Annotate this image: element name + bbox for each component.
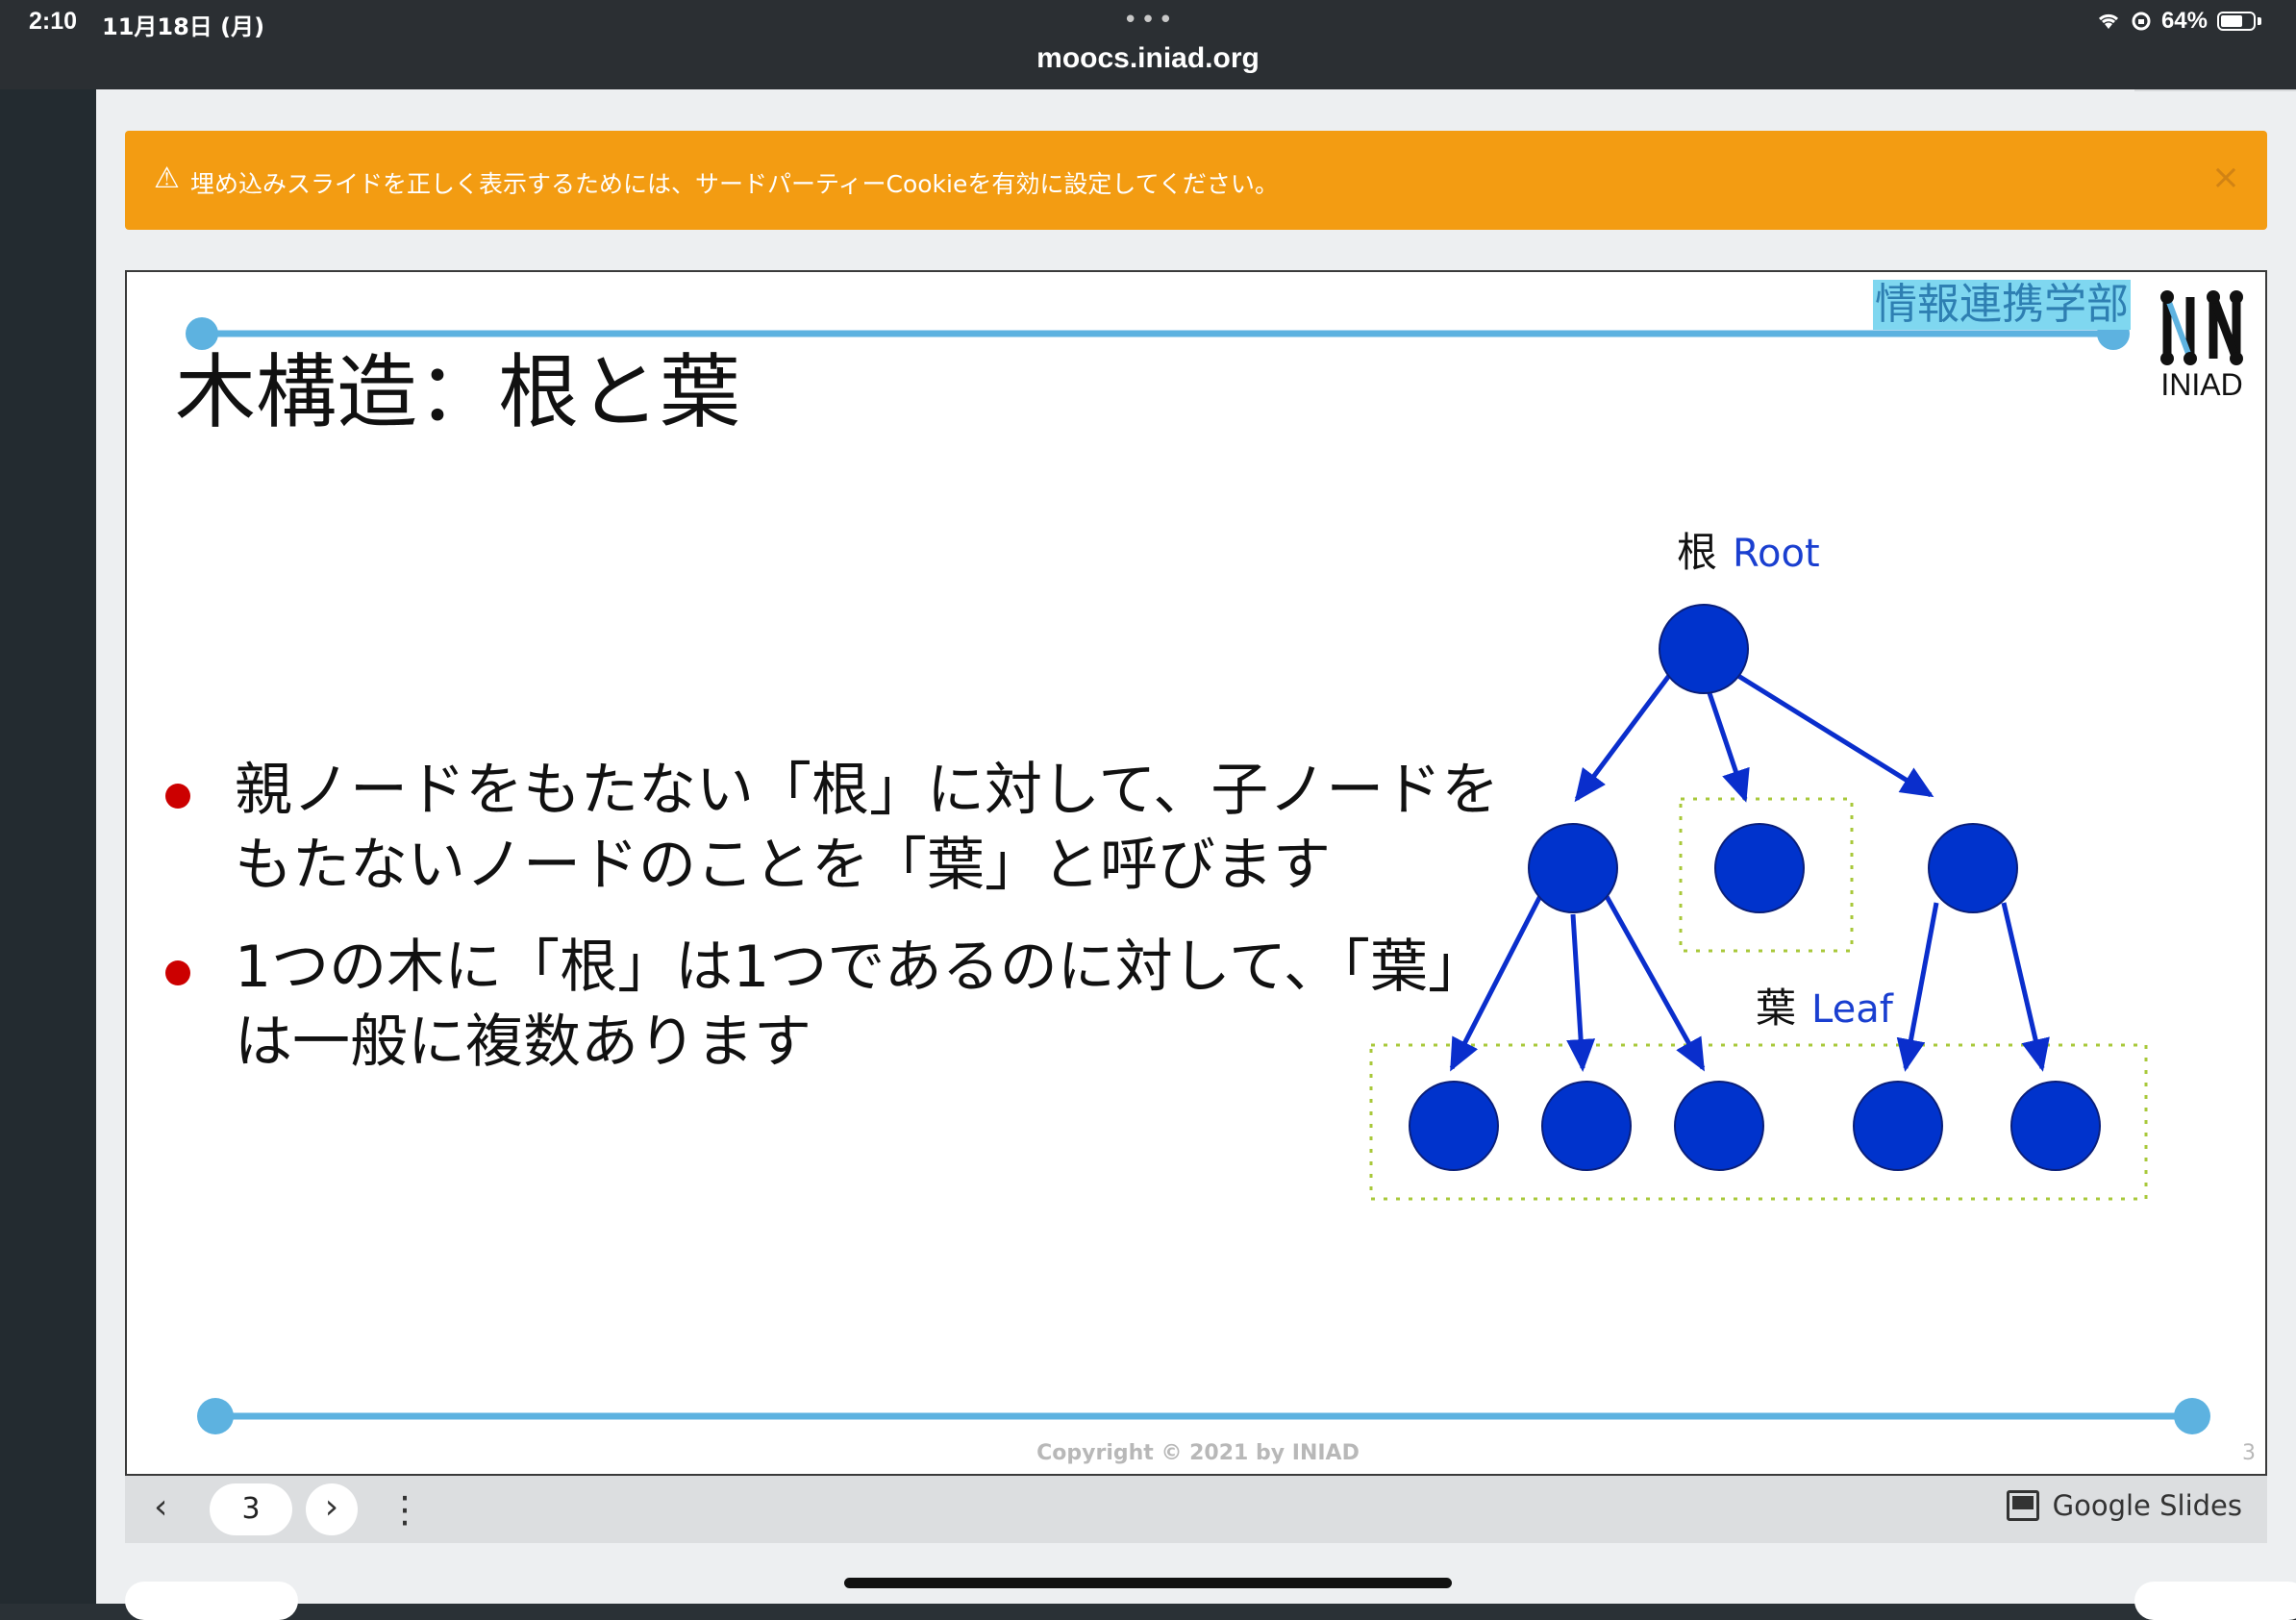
edge-root-middle [1705,686,1750,803]
home-indicator[interactable] [844,1578,1452,1588]
browser-status-bar: 2:10 11月18日 (月) ••• moocs.iniad.org 64% [0,0,2296,89]
status-indicators: 64% [2096,8,2261,35]
slide-canvas: 木構造：根と葉 情報連携学部 INIAD 親ノードをもたない「根」に対して、子ノ… [125,270,2267,1476]
battery-percent: 64% [2160,8,2208,34]
bottom-right-pill[interactable] [2134,1582,2296,1620]
orientation-lock-icon [2132,12,2151,31]
bottom-left-pill[interactable] [125,1582,298,1620]
slides-icon [2006,1490,2039,1521]
tree-node-leaf [1541,1081,1632,1171]
tree-diagram: 根 Root 葉 Leaf [1369,529,2148,1201]
battery-icon [2217,12,2256,31]
page-divider [2134,89,2296,91]
slide-page-number: 3 [2242,1441,2256,1465]
banner-close-button[interactable]: × [2211,158,2240,197]
edge-root-right [1736,673,1934,798]
leaf-label-jp: 葉 [1756,984,1796,1032]
more-options-button[interactable]: ⋮ [387,1482,423,1537]
tree-node-leaf [1674,1081,1764,1171]
banner-message: 埋め込みスライドを正しく表示するためには、サードパーティーCookieを有効に設… [190,170,1279,198]
slide-copyright: Copyright © 2021 by INIAD [1036,1441,1360,1465]
google-slides-label: Google Slides [2052,1489,2242,1522]
edge-left-leaf1 [1449,890,1545,1072]
tree-node-left [1528,823,1618,913]
tree-node-middle-leaf [1714,823,1805,913]
next-slide-button[interactable]: › [306,1483,358,1535]
previous-slide-button[interactable]: ‹ [154,1487,167,1527]
slide-page-indicator[interactable]: 3 [210,1483,292,1535]
warning-icon: ⚠ [154,162,180,195]
edge-left-leaf3 [1601,889,1706,1072]
tree-node-leaf [1853,1081,1943,1171]
google-slides-link[interactable]: Google Slides [2006,1489,2242,1522]
address-bar-url[interactable]: moocs.iniad.org [0,42,2296,75]
wifi-icon [2098,13,2118,29]
root-label-en: Root [1733,532,1820,576]
tree-node-root [1659,604,1749,694]
tree-node-right [1928,823,2018,913]
multitask-dots[interactable]: ••• [1123,6,1176,35]
left-dark-margin [0,89,96,1604]
slides-toolbar: ‹ 3 › ⋮ Google Slides [125,1476,2267,1543]
root-label-jp: 根 [1677,529,1717,576]
tree-node-leaf [1409,1081,1499,1171]
status-date: 11月18日 (月) [102,13,265,40]
edge-root-left [1574,671,1674,803]
tree-node-leaf [2010,1081,2101,1171]
status-time: 2:10 [29,8,78,35]
edge-right-leaf2 [2001,902,2050,1072]
leaf-label-en: Leaf [1811,987,1894,1032]
edge-right-leaf1 [1896,902,1939,1072]
cookie-warning-banner: ⚠ 埋め込みスライドを正しく表示するためには、サードパーティーCookieを有効… [125,131,2267,230]
battery-nub [2258,17,2261,25]
